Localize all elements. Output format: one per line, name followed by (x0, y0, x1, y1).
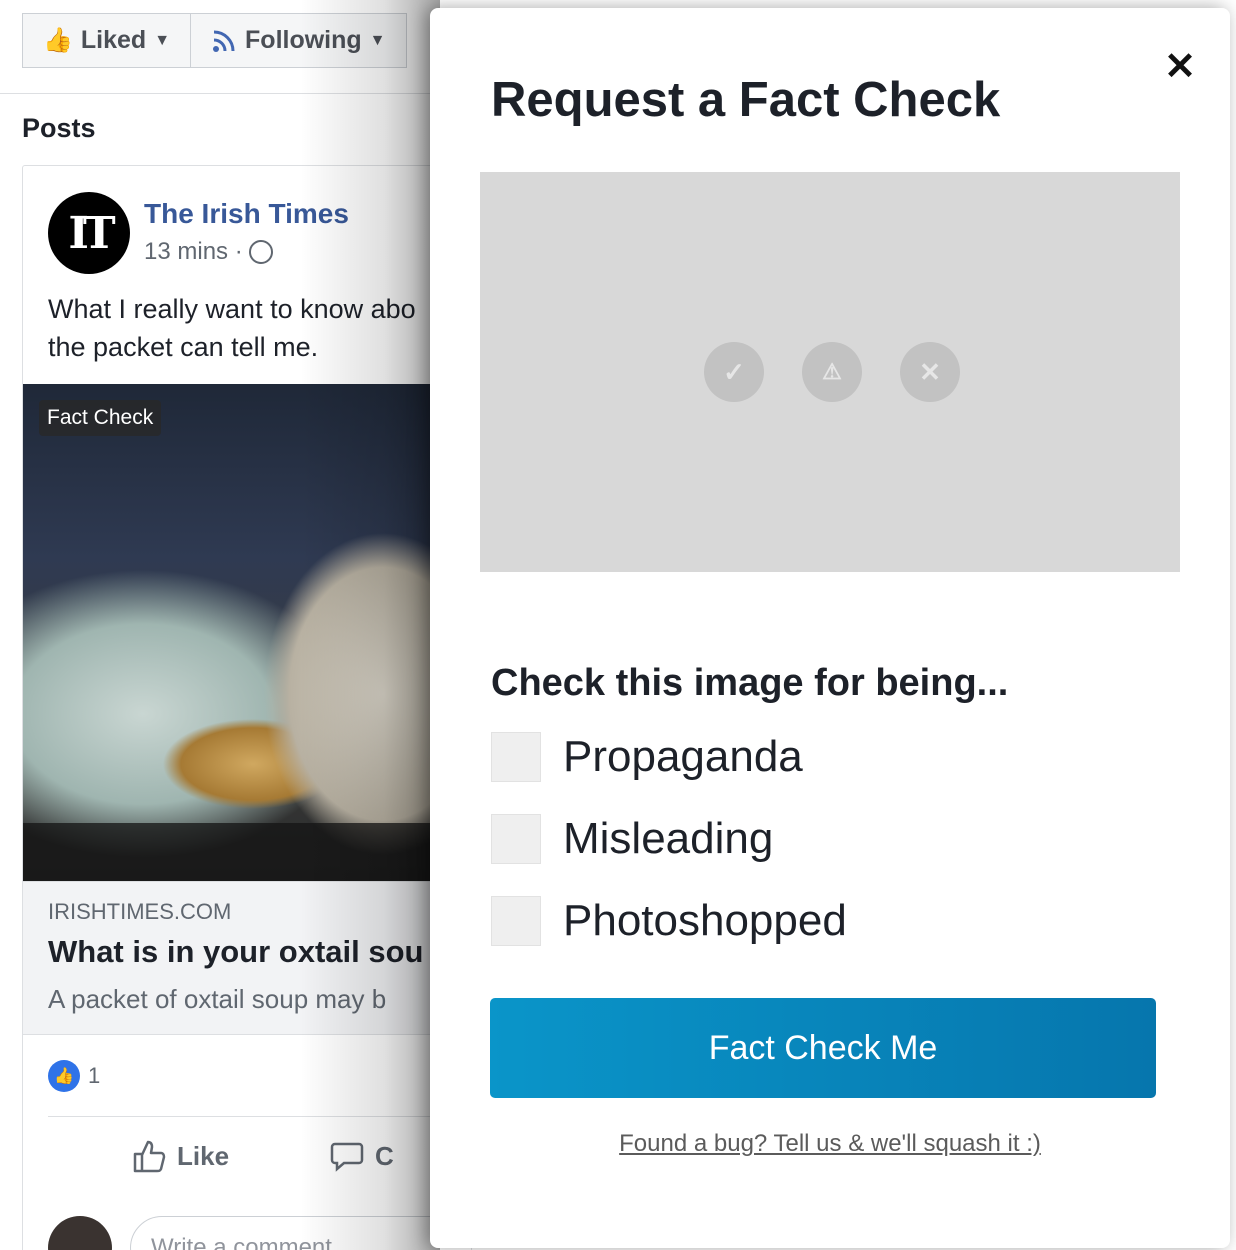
status-icons: ✓ ⚠ ✕ (704, 342, 960, 402)
option-propaganda[interactable]: Propaganda (491, 732, 803, 782)
posts-heading: Posts (22, 113, 96, 143)
image-preview: ✓ ⚠ ✕ (480, 172, 1180, 572)
thumbs-up-outline-icon (133, 1140, 166, 1173)
checkbox[interactable] (491, 732, 541, 782)
fact-check-modal: ✕ Request a Fact Check ✓ ⚠ ✕ Check this … (430, 8, 1230, 1248)
check-heading: Check this image for being... (491, 662, 1009, 704)
post-meta: 13 mins · (144, 238, 273, 266)
checkbox[interactable] (491, 896, 541, 946)
rss-icon (213, 30, 235, 52)
option-label: Misleading (563, 814, 774, 863)
liked-label: Liked (80, 26, 147, 54)
warning-icon[interactable]: ⚠ (802, 342, 862, 402)
fact-check-badge[interactable]: Fact Check (39, 400, 162, 436)
check-icon[interactable]: ✓ (704, 342, 764, 402)
fact-check-submit-button[interactable]: Fact Check Me (490, 998, 1156, 1098)
reactions-summary[interactable]: 👍 1 (48, 1060, 100, 1092)
close-circle-icon[interactable]: ✕ (900, 342, 960, 402)
overlay-shadow (300, 0, 440, 1250)
post-time[interactable]: 13 mins · (144, 238, 243, 266)
chevron-down-icon: ▼ (154, 31, 171, 49)
option-label: Photoshopped (563, 896, 847, 945)
like-reaction-icon: 👍 (48, 1060, 80, 1092)
report-bug-link[interactable]: Found a bug? Tell us & we'll squash it :… (430, 1130, 1230, 1158)
option-label: Propaganda (563, 732, 803, 781)
like-button[interactable]: Like (131, 1138, 229, 1174)
globe-icon (248, 240, 273, 264)
option-photoshopped[interactable]: Photoshopped (491, 896, 847, 946)
link-domain: IRISHTIMES.COM (48, 899, 232, 924)
liked-button[interactable]: 👍 Liked ▼ (22, 13, 192, 68)
close-icon[interactable]: ✕ (1160, 46, 1200, 88)
option-misleading[interactable]: Misleading (491, 814, 773, 864)
checkbox[interactable] (491, 814, 541, 864)
modal-title: Request a Fact Check (491, 73, 1001, 127)
thumbs-up-icon: 👍 (43, 27, 73, 54)
like-count: 1 (88, 1063, 101, 1088)
avatar (48, 1216, 112, 1250)
like-label: Like (177, 1140, 230, 1171)
page-avatar[interactable]: IT (48, 192, 130, 274)
